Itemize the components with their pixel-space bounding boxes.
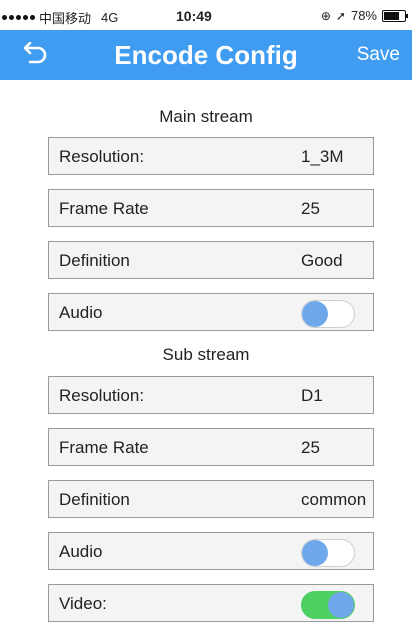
carrier-name: 中国移动 xyxy=(39,11,92,26)
main-audio-toggle[interactable] xyxy=(301,300,355,328)
network-type: 4G xyxy=(101,10,119,25)
status-time: 10:49 xyxy=(176,8,212,24)
location-icon: ➚ xyxy=(335,8,346,23)
sub-audio-row: Audio xyxy=(48,532,374,570)
main-resolution-row[interactable]: Resolution: 1_3M xyxy=(48,137,374,175)
sub-definition-row[interactable]: Definition common xyxy=(48,480,374,518)
toggle-knob xyxy=(328,592,354,618)
main-audio-row: Audio xyxy=(48,293,374,331)
sub-video-row: Video: xyxy=(48,584,374,622)
main-audio-label: Audio xyxy=(59,303,103,322)
sub-frame-rate-value: 25 xyxy=(301,438,320,457)
status-bar: 中国移动 4G 10:49 ⊕ ➚ 78% xyxy=(0,0,412,30)
sub-video-toggle[interactable] xyxy=(301,591,355,619)
main-definition-label: Definition xyxy=(59,251,130,270)
main-definition-row[interactable]: Definition Good xyxy=(48,241,374,279)
sub-resolution-value: D1 xyxy=(301,386,323,405)
sub-resolution-row[interactable]: Resolution: D1 xyxy=(48,376,374,414)
sub-video-label: Video: xyxy=(59,594,107,613)
sub-definition-value: common xyxy=(301,490,367,509)
page-title: Encode Config xyxy=(114,40,298,70)
sub-frame-rate-row[interactable]: Frame Rate 25 xyxy=(48,428,374,466)
sub-frame-rate-label: Frame Rate xyxy=(59,438,149,457)
orientation-lock-icon: ⊕ xyxy=(320,8,331,23)
main-resolution-value: 1_3M xyxy=(301,147,344,166)
battery-percent: 78% xyxy=(350,8,377,23)
sub-stream-title: Sub stream xyxy=(162,345,250,364)
sub-audio-label: Audio xyxy=(59,542,103,561)
main-stream-title: Main stream xyxy=(159,107,253,126)
battery-icon xyxy=(382,9,408,22)
main-frame-rate-value: 25 xyxy=(301,199,320,218)
main-frame-rate-row[interactable]: Frame Rate 25 xyxy=(48,189,374,227)
sub-definition-label: Definition xyxy=(59,490,130,509)
signal-strength-icon xyxy=(2,15,35,20)
status-left: 中国移动 4G xyxy=(2,8,118,27)
status-right: ⊕ ➚ 78% xyxy=(320,8,408,23)
toggle-knob xyxy=(302,540,328,566)
sub-resolution-label: Resolution: xyxy=(59,386,145,405)
main-resolution-label: Resolution: xyxy=(59,147,145,166)
save-button[interactable]: Save xyxy=(357,44,400,66)
sub-audio-toggle[interactable] xyxy=(301,539,355,567)
nav-bar: Encode Config Save xyxy=(0,30,412,80)
main-definition-value: Good xyxy=(301,251,343,270)
main-frame-rate-label: Frame Rate xyxy=(59,199,149,218)
toggle-knob xyxy=(302,301,328,327)
